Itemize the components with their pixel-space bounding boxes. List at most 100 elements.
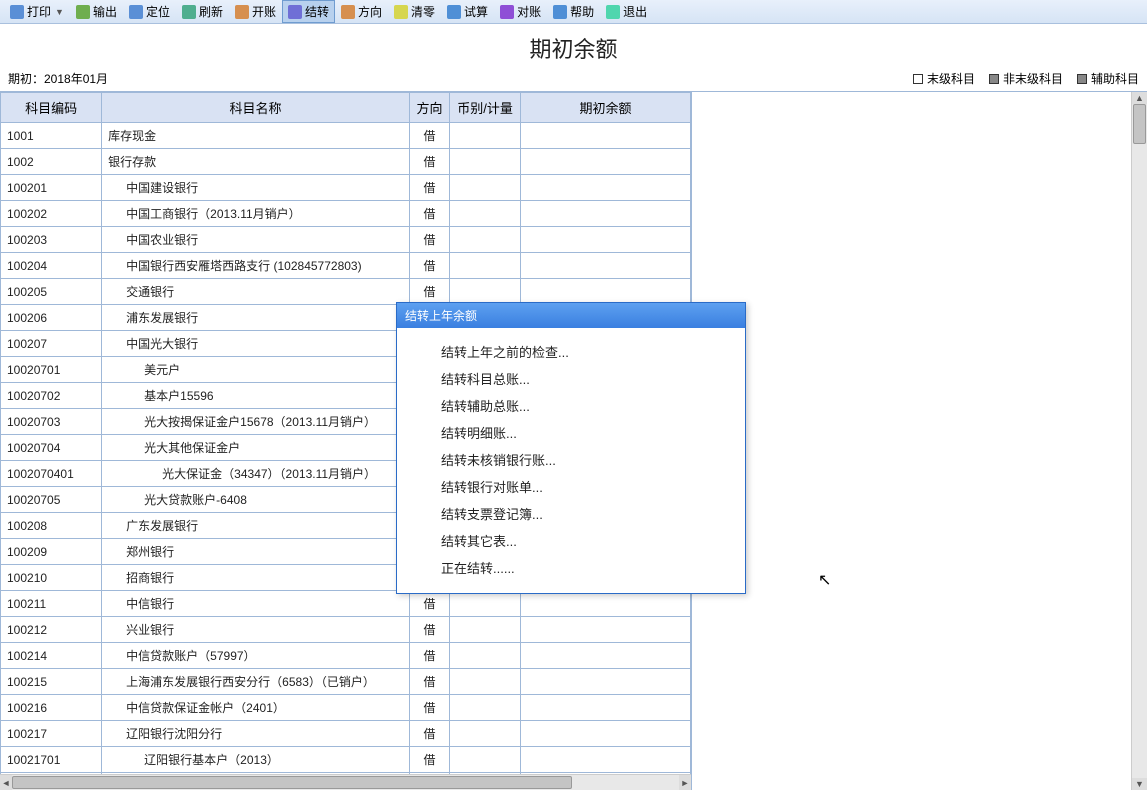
cell-direction[interactable]: 借 (409, 201, 449, 227)
cell-code[interactable]: 100208 (1, 513, 102, 539)
cell-name[interactable]: 中国银行西安雁塔西路支行 (102845772803) (102, 253, 410, 279)
toolbar-打印[interactable]: 打印▼ (4, 0, 70, 23)
cell-balance[interactable] (521, 253, 691, 279)
cell-name[interactable]: 广东发展银行 (102, 513, 410, 539)
toolbar-刷新[interactable]: 刷新 (176, 0, 229, 23)
column-header[interactable]: 科目名称 (102, 93, 410, 123)
cell-currency[interactable] (450, 617, 521, 643)
cell-code[interactable]: 100209 (1, 539, 102, 565)
cell-balance[interactable] (521, 721, 691, 747)
cell-currency[interactable] (450, 643, 521, 669)
table-row[interactable]: 10021701辽阳银行基本户（2013）借 (1, 747, 691, 773)
toolbar-对账[interactable]: 对账 (494, 0, 547, 23)
cell-direction[interactable]: 借 (409, 227, 449, 253)
cell-code[interactable]: 10021701 (1, 747, 102, 773)
cell-direction[interactable]: 借 (409, 695, 449, 721)
cell-code[interactable]: 100217 (1, 721, 102, 747)
cell-name[interactable]: 招商银行 (102, 565, 410, 591)
cell-currency[interactable] (450, 721, 521, 747)
cell-name[interactable]: 库存现金 (102, 123, 410, 149)
cell-currency[interactable] (450, 201, 521, 227)
cell-name[interactable]: 中信银行 (102, 591, 410, 617)
cell-balance[interactable] (521, 149, 691, 175)
table-row[interactable]: 100205交通银行借 (1, 279, 691, 305)
cell-code[interactable]: 100207 (1, 331, 102, 357)
cell-direction[interactable]: 借 (409, 747, 449, 773)
cell-direction[interactable]: 借 (409, 253, 449, 279)
table-row[interactable]: 100217辽阳银行沈阳分行借 (1, 721, 691, 747)
cell-code[interactable]: 100215 (1, 669, 102, 695)
table-row[interactable]: 100203中国农业银行借 (1, 227, 691, 253)
hscroll-thumb[interactable] (12, 776, 572, 789)
vscroll-thumb[interactable] (1133, 104, 1146, 144)
cell-direction[interactable]: 借 (409, 149, 449, 175)
cell-code[interactable]: 100206 (1, 305, 102, 331)
cell-name[interactable]: 中信贷款保证金帐户（2401） (102, 695, 410, 721)
cell-code[interactable]: 100211 (1, 591, 102, 617)
cell-name[interactable]: 中信贷款账户（57997） (102, 643, 410, 669)
table-row[interactable]: 100202中国工商银行（2013.11月销户）借 (1, 201, 691, 227)
cell-name[interactable]: 光大其他保证金户 (102, 435, 410, 461)
cell-direction[interactable]: 借 (409, 617, 449, 643)
cell-balance[interactable] (521, 279, 691, 305)
scroll-right-arrow[interactable]: ► (679, 775, 691, 790)
table-row[interactable]: 100204中国银行西安雁塔西路支行 (102845772803)借 (1, 253, 691, 279)
scroll-up-arrow[interactable]: ▲ (1132, 92, 1147, 104)
cell-name[interactable]: 辽阳银行沈阳分行 (102, 721, 410, 747)
cell-code[interactable]: 100216 (1, 695, 102, 721)
cell-balance[interactable] (521, 747, 691, 773)
cell-direction[interactable]: 借 (409, 643, 449, 669)
cell-name[interactable]: 上海浦东发展银行西安分行（6583）（已销户） (102, 669, 410, 695)
cell-balance[interactable] (521, 123, 691, 149)
cell-name[interactable]: 中国农业银行 (102, 227, 410, 253)
table-row[interactable]: 1002银行存款借 (1, 149, 691, 175)
cell-balance[interactable] (521, 227, 691, 253)
cell-name[interactable]: 光大按揭保证金户15678（2013.11月销户） (102, 409, 410, 435)
cell-code[interactable]: 100205 (1, 279, 102, 305)
cell-currency[interactable] (450, 591, 521, 617)
cell-code[interactable]: 100212 (1, 617, 102, 643)
cell-currency[interactable] (450, 669, 521, 695)
column-header[interactable]: 科目编码 (1, 93, 102, 123)
cell-code[interactable]: 10020703 (1, 409, 102, 435)
cell-balance[interactable] (521, 175, 691, 201)
cell-name[interactable]: 银行存款 (102, 149, 410, 175)
cell-name[interactable]: 美元户 (102, 357, 410, 383)
cell-currency[interactable] (450, 695, 521, 721)
cell-name[interactable]: 中国光大银行 (102, 331, 410, 357)
cell-code[interactable]: 100203 (1, 227, 102, 253)
cell-code[interactable]: 1002 (1, 149, 102, 175)
cell-code[interactable]: 1001 (1, 123, 102, 149)
toolbar-结转[interactable]: 结转 (282, 0, 335, 23)
column-header[interactable]: 方向 (409, 93, 449, 123)
cell-balance[interactable] (521, 591, 691, 617)
toolbar-清零[interactable]: 清零 (388, 0, 441, 23)
cell-balance[interactable] (521, 617, 691, 643)
cell-code[interactable]: 100214 (1, 643, 102, 669)
scroll-down-arrow[interactable]: ▼ (1132, 778, 1147, 790)
cell-code[interactable]: 10020701 (1, 357, 102, 383)
horizontal-scrollbar[interactable]: ◄ ► (0, 774, 691, 790)
toolbar-试算[interactable]: 试算 (441, 0, 494, 23)
toolbar-定位[interactable]: 定位 (123, 0, 176, 23)
column-header[interactable]: 期初余额 (521, 93, 691, 123)
cell-name[interactable]: 交通银行 (102, 279, 410, 305)
cell-currency[interactable] (450, 175, 521, 201)
toolbar-退出[interactable]: 退出 (600, 0, 653, 23)
column-header[interactable]: 币别/计量 (450, 93, 521, 123)
cell-name[interactable]: 基本户15596 (102, 383, 410, 409)
scroll-left-arrow[interactable]: ◄ (0, 775, 12, 790)
cell-direction[interactable]: 借 (409, 123, 449, 149)
table-row[interactable]: 100216中信贷款保证金帐户（2401）借 (1, 695, 691, 721)
cell-name[interactable]: 光大保证金（34347）（2013.11月销户） (102, 461, 410, 487)
toolbar-输出[interactable]: 输出 (70, 0, 123, 23)
cell-code[interactable]: 1002070401 (1, 461, 102, 487)
cell-name[interactable]: 中国工商银行（2013.11月销户） (102, 201, 410, 227)
table-row[interactable]: 100201中国建设银行借 (1, 175, 691, 201)
cell-currency[interactable] (450, 123, 521, 149)
cell-currency[interactable] (450, 279, 521, 305)
cell-code[interactable]: 100201 (1, 175, 102, 201)
table-row[interactable]: 100214中信贷款账户（57997）借 (1, 643, 691, 669)
cell-code[interactable]: 100210 (1, 565, 102, 591)
cell-name[interactable]: 中国建设银行 (102, 175, 410, 201)
